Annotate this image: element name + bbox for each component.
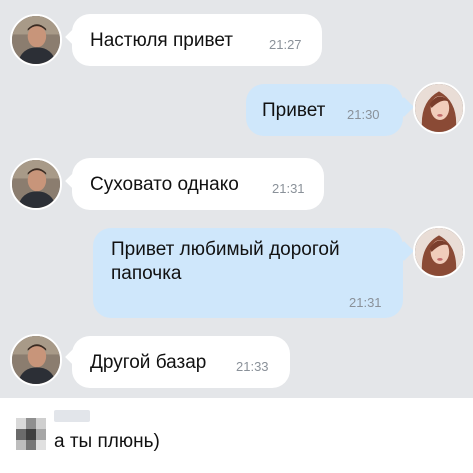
father-avatar[interactable] [10,14,62,66]
commenter-avatar[interactable] [16,418,46,450]
message-time: 21:33 [236,359,269,374]
father-avatar[interactable] [10,334,62,386]
daughter-avatar[interactable] [413,226,465,278]
outgoing-message-bubble[interactable]: Привет любимый дорогой папочка 21:31 [93,228,403,318]
comment-text: а ты плюнь) [54,431,160,452]
commenter-name-redacted [54,410,90,422]
incoming-message-bubble[interactable]: Настюля привет 21:27 [72,14,322,66]
message-text-line: папочка [111,263,182,284]
message-text: Суховато однако [90,174,239,195]
message-text: Настюля привет [90,30,233,51]
message-row: Другой базар 21:33 [0,330,473,398]
message-text: Другой базар [90,352,207,373]
message-text-line: Привет любимый дорогой [111,239,340,260]
message-time: 21:27 [269,37,302,52]
daughter-avatar[interactable] [413,82,465,134]
message-row: Настюля привет 21:27 [0,0,473,80]
comment: а ты плюнь) [0,398,473,473]
incoming-message-bubble[interactable]: Другой базар 21:33 [72,336,290,388]
message-row: Привет любимый дорогой папочка 21:31 [0,220,473,320]
message-time: 21:31 [272,181,305,196]
message-text: Привет [262,100,326,121]
message-time: 21:30 [347,107,380,122]
outgoing-message-bubble[interactable]: Привет 21:30 [246,84,403,136]
message-row: Привет 21:30 [0,80,473,150]
incoming-message-bubble[interactable]: Суховато однако 21:31 [72,158,324,210]
message-time: 21:31 [349,295,382,310]
father-avatar[interactable] [10,158,62,210]
chat-area: Настюля привет 21:27 Привет 21:30 Сухова… [0,0,473,398]
message-row: Суховато однако 21:31 [0,150,473,220]
